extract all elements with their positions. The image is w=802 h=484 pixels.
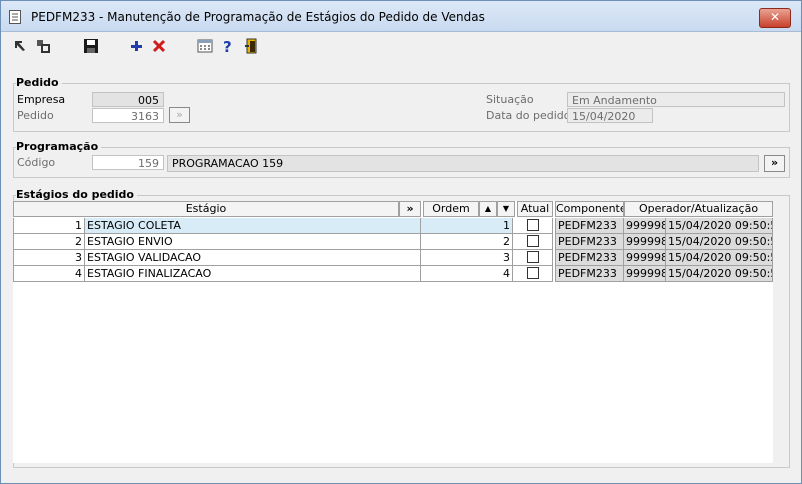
situacao-label: Situação <box>486 93 534 106</box>
atual-cell <box>513 250 553 266</box>
move-icon[interactable] <box>35 38 53 54</box>
move-down-icon[interactable]: ▼ <box>497 201 515 217</box>
window-title: PEDFM233 - Manutenção de Programação de … <box>31 10 485 24</box>
data-pedido-label: Data do pedido <box>486 109 571 122</box>
situacao-field: Em Andamento <box>567 92 785 107</box>
header-operador[interactable]: Operador/Atualização <box>624 201 773 217</box>
add-icon[interactable] <box>128 38 146 54</box>
ordem-cell[interactable]: 2 <box>421 234 513 250</box>
svg-text:?: ? <box>223 38 232 54</box>
programacao-lookup-button[interactable]: » <box>764 155 785 172</box>
pedido-label: Pedido <box>17 109 54 122</box>
pedido-field[interactable]: 3163 <box>92 108 164 123</box>
table-row[interactable]: 3 ESTAGIO VALIDACAO 3 PEDFM233 999998 15… <box>13 250 773 266</box>
data-pedido-field: 15/04/2020 <box>567 108 653 123</box>
componente-cell: PEDFM233 <box>555 250 624 266</box>
estagios-grid: Estágio » Ordem ▲ ▼ Atual Componente Ope… <box>13 201 773 463</box>
estagio-cell[interactable]: ESTAGIO FINALIZACAO <box>85 266 421 282</box>
first-record-icon[interactable] <box>13 38 31 54</box>
atualizacao-cell: 15/04/2020 09:50:51 <box>666 266 773 282</box>
codigo-label: Código <box>17 156 56 169</box>
componente-cell: PEDFM233 <box>555 234 624 250</box>
table-row[interactable]: 1 ESTAGIO COLETA 1 PEDFM233 999998 15/04… <box>13 218 773 234</box>
table-row[interactable]: 4 ESTAGIO FINALIZACAO 4 PEDFM233 999998 … <box>13 266 773 282</box>
programacao-legend: Programação <box>16 140 102 153</box>
atualizacao-cell: 15/04/2020 09:50:51 <box>666 250 773 266</box>
header-estagio[interactable]: Estágio <box>13 201 399 217</box>
estagio-cell[interactable]: ESTAGIO COLETA <box>85 218 421 234</box>
toolbar: ? <box>1 32 801 60</box>
row-number: 3 <box>13 250 85 266</box>
atual-cell <box>513 266 553 282</box>
ordem-cell[interactable]: 4 <box>421 266 513 282</box>
atualizacao-cell: 15/04/2020 09:50:51 <box>666 234 773 250</box>
componente-cell: PEDFM233 <box>555 218 624 234</box>
programacao-descricao-field: PROGRAMACAO 159 <box>167 155 759 172</box>
empresa-field[interactable]: 005 <box>92 92 164 107</box>
estagio-cell[interactable]: ESTAGIO ENVIO <box>85 234 421 250</box>
save-icon[interactable] <box>83 38 101 54</box>
exit-icon[interactable] <box>244 38 262 54</box>
table-row[interactable]: 2 ESTAGIO ENVIO 2 PEDFM233 999998 15/04/… <box>13 234 773 250</box>
header-expand-button[interactable]: » <box>399 201 421 217</box>
empresa-label: Empresa <box>17 93 66 106</box>
header-ordem[interactable]: Ordem <box>423 201 479 217</box>
componente-cell: PEDFM233 <box>555 266 624 282</box>
delete-icon[interactable] <box>151 38 169 54</box>
operador-cell: 999998 <box>624 218 666 234</box>
codigo-field[interactable]: 159 <box>92 155 164 170</box>
header-atual[interactable]: Atual <box>517 201 553 217</box>
ordem-cell[interactable]: 1 <box>421 218 513 234</box>
header-componente[interactable]: Componente <box>555 201 624 217</box>
document-icon <box>9 10 21 24</box>
main-window: PEDFM233 - Manutenção de Programação de … <box>0 0 802 484</box>
atualizacao-cell: 15/04/2020 09:50:51 <box>666 218 773 234</box>
pedido-legend: Pedido <box>16 76 62 89</box>
atual-checkbox[interactable] <box>527 235 539 247</box>
move-up-icon[interactable]: ▲ <box>479 201 497 217</box>
atual-checkbox[interactable] <box>527 219 539 231</box>
estagio-cell[interactable]: ESTAGIO VALIDACAO <box>85 250 421 266</box>
atual-checkbox[interactable] <box>527 267 539 279</box>
estagios-legend: Estágios do pedido <box>16 188 137 201</box>
operador-cell: 999998 <box>624 266 666 282</box>
title-bar: PEDFM233 - Manutenção de Programação de … <box>1 1 801 32</box>
close-button[interactable]: ✕ <box>759 8 791 28</box>
row-number: 1 <box>13 218 85 234</box>
operador-cell: 999998 <box>624 234 666 250</box>
atual-cell <box>513 234 553 250</box>
ordem-cell[interactable]: 3 <box>421 250 513 266</box>
row-number: 4 <box>13 266 85 282</box>
operador-cell: 999998 <box>624 250 666 266</box>
help-icon[interactable]: ? <box>220 38 238 54</box>
pedido-lookup-button[interactable]: » <box>169 107 190 123</box>
atual-cell <box>513 218 553 234</box>
calendar-icon[interactable] <box>197 38 215 54</box>
atual-checkbox[interactable] <box>527 251 539 263</box>
row-number: 2 <box>13 234 85 250</box>
